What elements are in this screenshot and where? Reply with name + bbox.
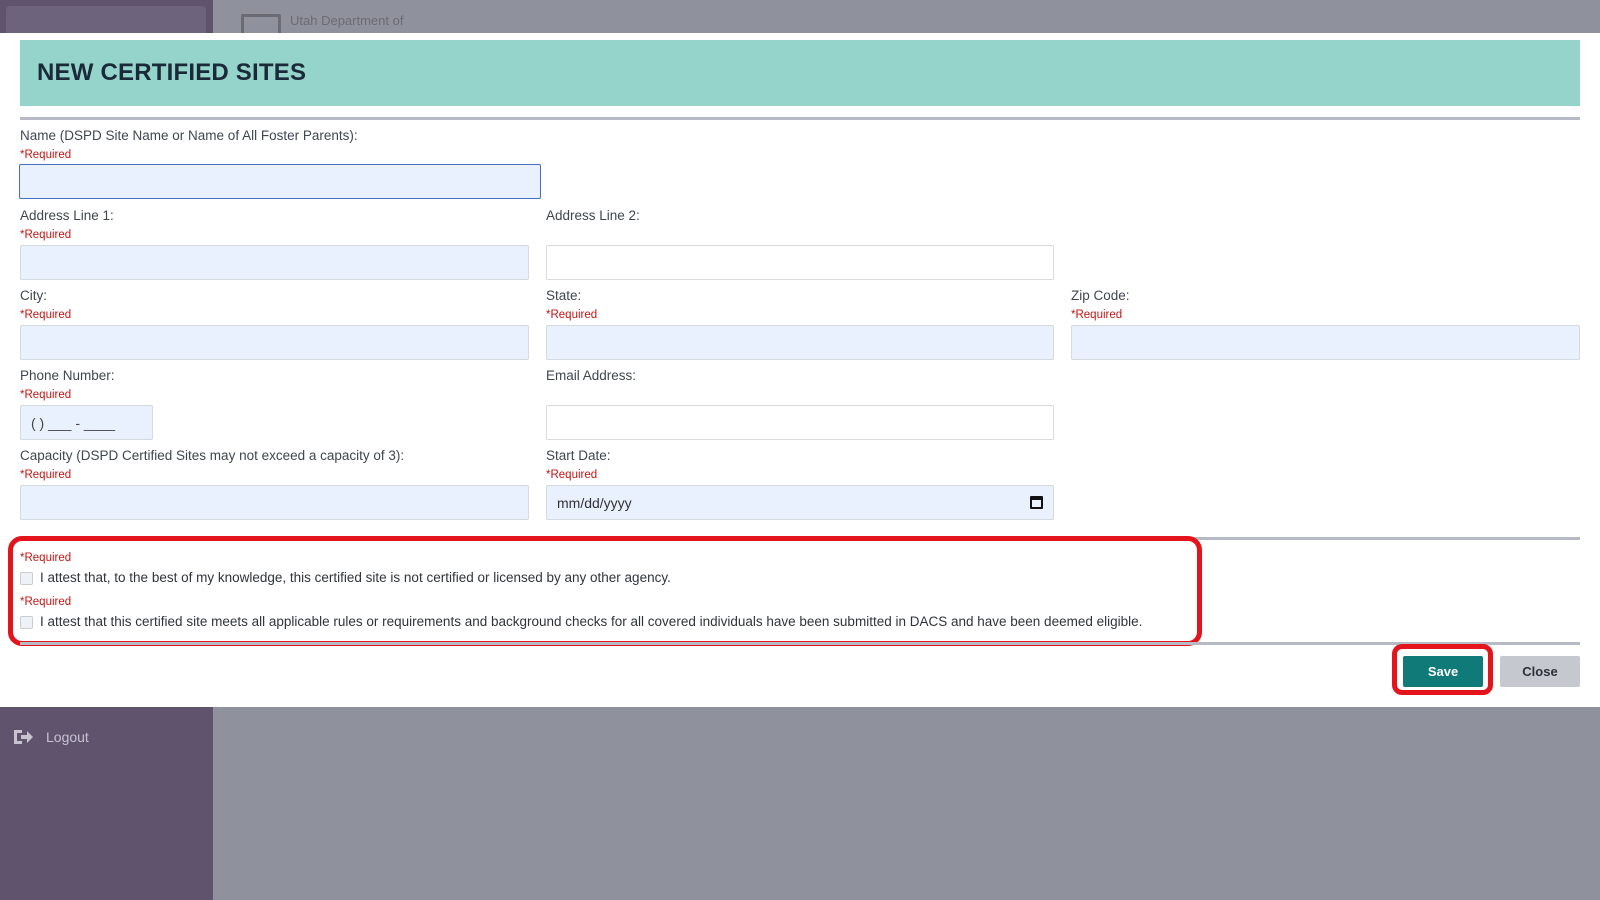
modal-title: NEW CERTIFIED SITES — [37, 59, 307, 86]
city-label: City: — [20, 288, 47, 303]
address-line-1-required: *Required — [20, 229, 72, 241]
start-date-placeholder: mm/dd/yyyy — [557, 494, 632, 511]
attestation-2-required: *Required — [20, 596, 72, 608]
phone-number-label: Phone Number: — [20, 368, 115, 383]
email-address-label: Email Address: — [546, 368, 637, 383]
address-line-1-label: Address Line 1: — [20, 208, 114, 223]
attestation-1-text: I attest that, to the best of my knowled… — [40, 570, 671, 585]
attestation-highlight — [8, 536, 1202, 646]
address-line-1-input[interactable] — [20, 245, 529, 280]
attestation-1-required: *Required — [20, 552, 72, 564]
start-date-required: *Required — [546, 469, 598, 481]
phone-number-required: *Required — [20, 389, 72, 401]
attestation-1-checkbox[interactable] — [20, 572, 33, 585]
attestation-2-checkbox[interactable] — [20, 616, 33, 629]
header-department-text: Utah Department of — [290, 13, 404, 28]
capacity-input[interactable] — [20, 485, 529, 520]
address-line-2-label: Address Line 2: — [546, 208, 640, 223]
start-date-input[interactable]: mm/dd/yyyy — [546, 485, 1054, 520]
zip-code-required: *Required — [1071, 309, 1123, 321]
close-button[interactable]: Close — [1500, 656, 1580, 687]
attest-divider — [1190, 537, 1580, 540]
capacity-label: Capacity (DSPD Certified Sites may not e… — [20, 448, 405, 463]
address-line-2-input[interactable] — [546, 245, 1054, 280]
name-input[interactable] — [19, 164, 541, 199]
attestation-2-text: I attest that this certified site meets … — [40, 614, 1143, 629]
calendar-icon[interactable] — [1030, 496, 1043, 509]
start-date-label: Start Date: — [546, 448, 611, 463]
name-label: Name (DSPD Site Name or Name of All Fost… — [20, 128, 358, 143]
phone-number-input[interactable]: ( ) ___ - ____ — [20, 405, 153, 440]
city-input[interactable] — [20, 325, 529, 360]
state-required: *Required — [546, 309, 598, 321]
header-divider — [20, 117, 1580, 120]
footer-divider — [20, 642, 1580, 645]
state-label: State: — [546, 288, 582, 303]
zip-code-label: Zip Code: — [1071, 288, 1130, 303]
city-required: *Required — [20, 309, 72, 321]
logout-icon — [14, 730, 33, 744]
capacity-required: *Required — [20, 469, 72, 481]
email-address-input[interactable] — [546, 405, 1054, 440]
logout-link[interactable]: Logout — [12, 728, 89, 746]
state-input[interactable] — [546, 325, 1054, 360]
new-certified-sites-modal: NEW CERTIFIED SITES Name (DSPD Site Name… — [0, 33, 1600, 707]
zip-code-input[interactable] — [1071, 325, 1580, 360]
logout-label: Logout — [46, 729, 89, 745]
save-button[interactable]: Save — [1403, 656, 1483, 687]
name-required: *Required — [20, 149, 72, 161]
modal-header: NEW CERTIFIED SITES — [20, 40, 1580, 106]
